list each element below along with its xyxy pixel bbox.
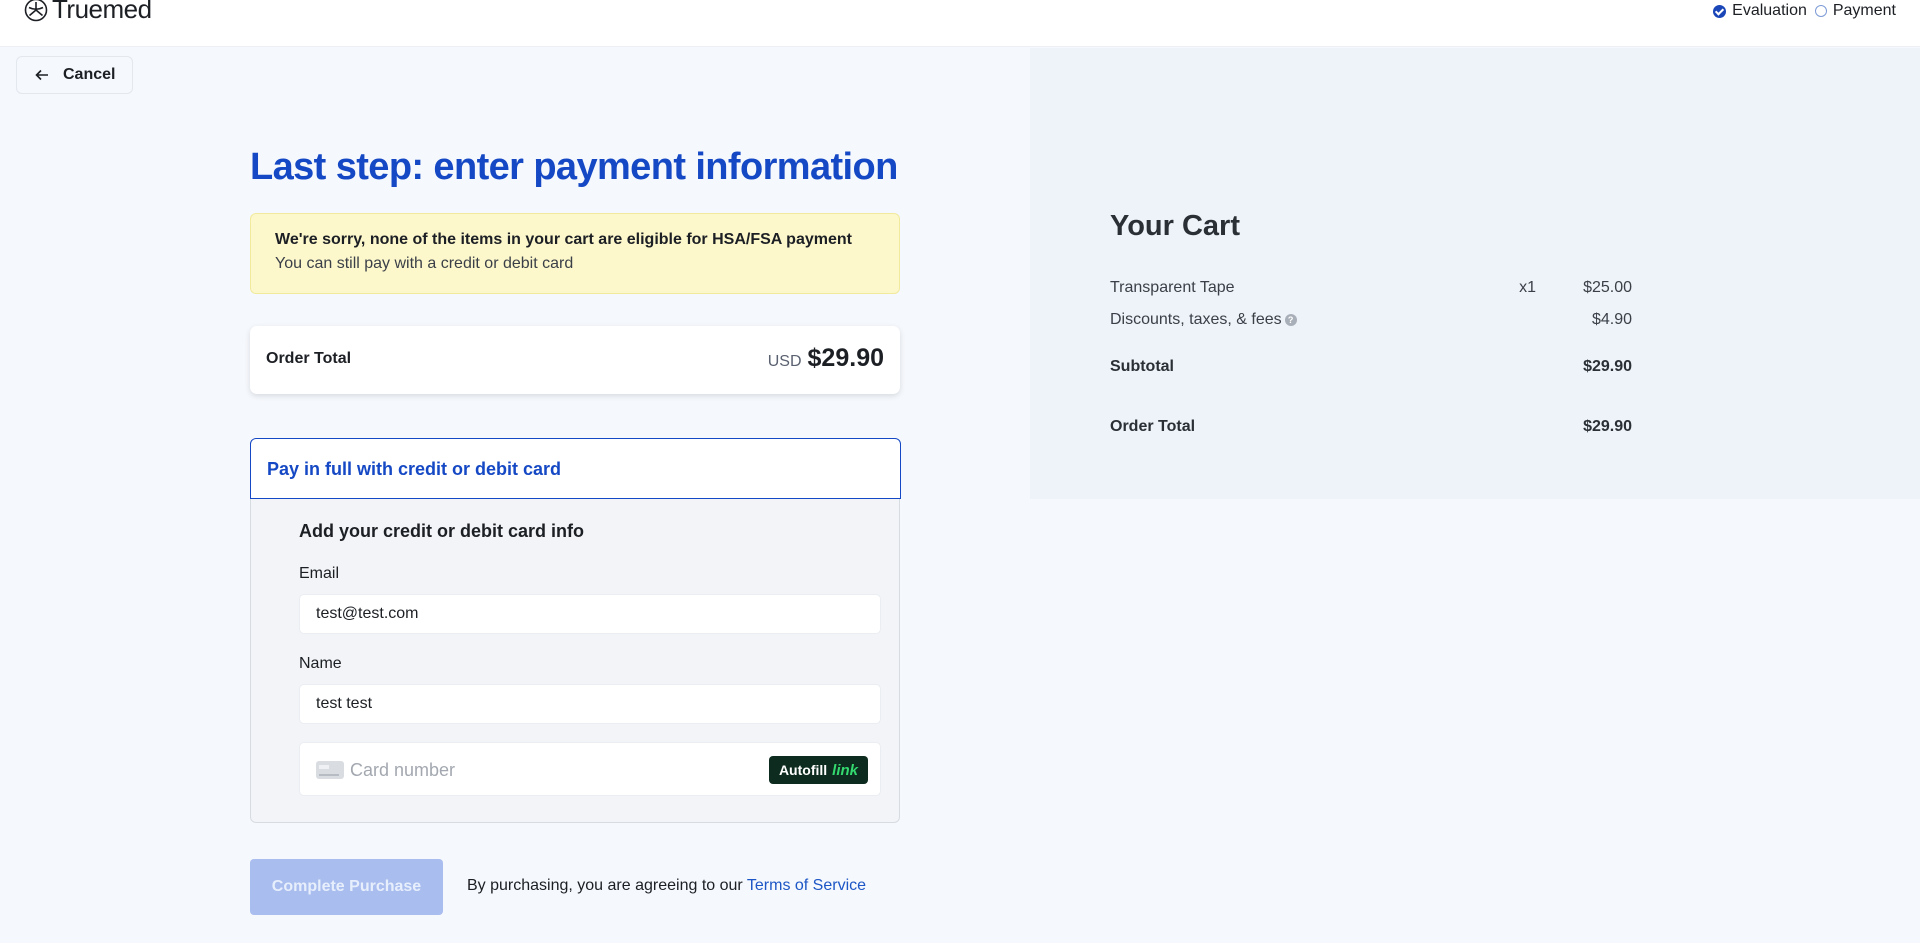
step-evaluation: Evaluation <box>1713 2 1807 20</box>
empty-circle-icon <box>1814 5 1827 17</box>
name-label: Name <box>299 655 342 672</box>
cart-total-label: Order Total <box>1110 418 1196 435</box>
cancel-label: Cancel <box>63 66 116 83</box>
logo-icon <box>24 0 48 21</box>
step-payment: Payment <box>1814 2 1896 20</box>
pay-in-full-option[interactable]: Pay in full with credit or debit card <box>250 438 901 499</box>
cart-title: Your Cart <box>1110 210 1240 242</box>
link-logo: link <box>832 761 858 779</box>
checkout-page: Truemed Evaluation Payment Cancel Last s… <box>0 0 1920 943</box>
card-number-row: Autofill link <box>299 742 881 796</box>
terms-notice: By purchasing, you are agreeing to our T… <box>467 877 866 895</box>
notice-title: We're sorry, none of the items in your c… <box>275 231 852 248</box>
order-total-value: USD $29.90 <box>768 344 884 373</box>
email-field[interactable] <box>299 594 881 634</box>
cart-item-name: Transparent Tape <box>1110 279 1235 296</box>
card-number-input[interactable] <box>350 755 750 785</box>
order-total-amount: $29.90 <box>807 344 884 372</box>
cancel-button[interactable]: Cancel <box>16 56 133 94</box>
progress-steps: Evaluation Payment <box>1713 2 1896 20</box>
top-header: Truemed Evaluation Payment <box>0 0 1920 47</box>
terms-prefix: By purchasing, you are agreeing to our <box>467 877 747 894</box>
autofill-label: Autofill <box>778 762 828 778</box>
credit-card-icon <box>316 761 344 779</box>
cart-item-price: $25.00 <box>1583 279 1632 296</box>
email-label: Email <box>299 565 340 582</box>
complete-purchase-button[interactable]: Complete Purchase <box>250 859 443 915</box>
card-form-title: Add your credit or debit card info <box>299 521 585 541</box>
terms-of-service-link[interactable]: Terms of Service <box>747 877 866 894</box>
payment-method-box: Pay in full with credit or debit card Ad… <box>250 438 901 823</box>
cart-item-qty: x1 <box>1519 279 1536 296</box>
step-payment-label: Payment <box>1832 2 1896 19</box>
fees-amount: $4.90 <box>1591 311 1632 328</box>
eligibility-notice: We're sorry, none of the items in your c… <box>250 213 900 294</box>
fees-label-wrap: Discounts, taxes, & fees? <box>1110 311 1297 329</box>
currency-code: USD <box>767 353 802 370</box>
truemed-logo[interactable]: Truemed <box>24 0 152 25</box>
notice-subtitle: You can still pay with a credit or debit… <box>275 255 574 272</box>
cart-panel: Your Cart Transparent Tape x1 $25.00 Dis… <box>1030 48 1920 499</box>
arrow-left-icon <box>35 69 48 81</box>
order-total-label: Order Total <box>266 350 352 367</box>
help-icon[interactable]: ? <box>1284 313 1297 326</box>
name-field[interactable] <box>299 684 881 724</box>
cart-total-amount: $29.90 <box>1583 418 1632 435</box>
autofill-link-button[interactable]: Autofill link <box>768 756 868 784</box>
fees-label: Discounts, taxes, & fees <box>1110 311 1282 328</box>
order-total-card: Order Total USD $29.90 <box>250 326 900 394</box>
page-title: Last step: enter payment information <box>250 146 898 188</box>
step-evaluation-label: Evaluation <box>1732 2 1807 19</box>
brand-name: Truemed <box>52 0 152 24</box>
subtotal-amount: $29.90 <box>1583 358 1632 375</box>
check-circle-icon <box>1713 4 1727 18</box>
subtotal-label: Subtotal <box>1110 358 1174 375</box>
